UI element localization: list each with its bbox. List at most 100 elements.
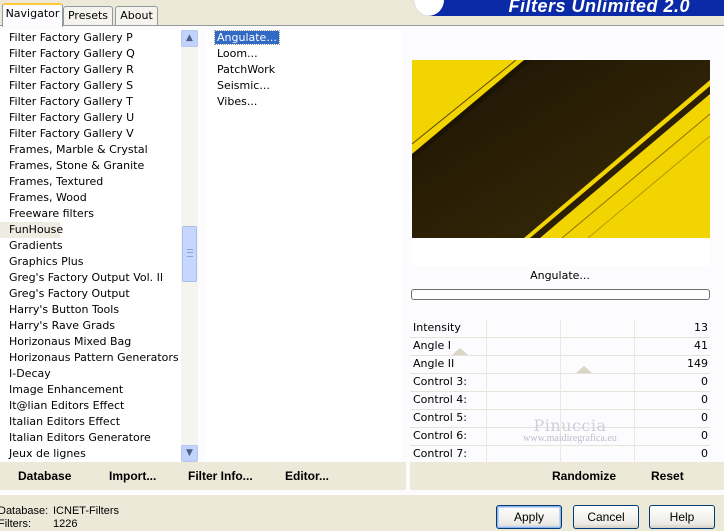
scroll-up-button[interactable]: ▲	[181, 30, 198, 47]
filter-item[interactable]: PatchWork	[205, 62, 402, 78]
grip-icon	[187, 249, 193, 257]
slider-tick	[486, 428, 487, 446]
slider-tick	[560, 338, 561, 356]
control-row[interactable]: Intensity 13	[410, 320, 710, 338]
filter-item-label: PatchWork	[217, 63, 276, 76]
chevron-down-icon: ▼	[186, 448, 193, 458]
category-item[interactable]: Greg's Factory Output Vol. II	[0, 270, 181, 286]
filter-item[interactable]: Loom...	[205, 46, 402, 62]
app-banner: Filters Unlimited 2.0	[414, 0, 724, 16]
filter-item-label: Seismic...	[217, 79, 270, 92]
tab-presets[interactable]: Presets	[63, 6, 113, 26]
slider-tick	[634, 356, 635, 374]
filter-item-label: Loom...	[217, 47, 258, 60]
control-label: Control 6:	[413, 429, 467, 442]
control-label: Control 5:	[413, 411, 467, 424]
category-item[interactable]: Filter Factory Gallery S	[0, 78, 181, 94]
slider-tick	[486, 356, 487, 374]
filter-list[interactable]: Angulate... Loom... PatchWork Seismic... Vib…	[205, 30, 402, 462]
slider-tick	[634, 338, 635, 356]
preview-image	[412, 60, 710, 238]
category-item[interactable]: Graphics Plus	[0, 254, 181, 270]
category-item[interactable]: Frames, Textured	[0, 174, 181, 190]
category-item[interactable]: It@lian Editors Effect	[0, 398, 181, 414]
database-button[interactable]: Database	[18, 469, 71, 483]
category-item[interactable]: Harry's Button Tools	[0, 302, 181, 318]
slider-tick	[634, 392, 635, 410]
category-item[interactable]: Frames, Wood	[0, 190, 181, 206]
category-item[interactable]: Italian Editors Effect	[0, 414, 181, 430]
apply-button[interactable]: Apply	[496, 505, 562, 529]
editor-button[interactable]: Editor...	[285, 469, 329, 483]
category-item[interactable]: Harry's Rave Grads	[0, 318, 181, 334]
preview-padding	[412, 238, 710, 266]
import-button[interactable]: Import...	[109, 469, 156, 483]
slider-tick	[560, 320, 561, 338]
tab-navigator[interactable]: Navigator	[2, 3, 63, 27]
control-value[interactable]: 41	[694, 338, 708, 354]
category-item[interactable]: Jeux de lignes	[0, 446, 181, 462]
control-value[interactable]: 0	[701, 428, 708, 444]
filter-item[interactable]: Vibes...	[205, 94, 402, 110]
slider-tick	[560, 392, 561, 410]
control-row[interactable]: Control 3: 0	[410, 374, 710, 392]
filter-info-button[interactable]: Filter Info...	[188, 469, 253, 483]
category-item[interactable]: Frames, Stone & Granite	[0, 158, 181, 174]
reset-button[interactable]: Reset	[651, 469, 684, 483]
tab-about[interactable]: About	[115, 6, 158, 26]
slider-tick	[486, 410, 487, 428]
category-item[interactable]: Filter Factory Gallery R	[0, 62, 181, 78]
category-item[interactable]: Frames, Marble & Crystal	[0, 142, 181, 158]
filter-controls: Intensity 13 Angle I 41 Angle II 149 Control 3…	[410, 320, 710, 464]
slider-marker-icon	[576, 366, 592, 373]
progress-bar	[411, 289, 710, 300]
control-label: Control 7:	[413, 447, 467, 460]
control-label: Intensity	[413, 321, 461, 334]
bottom-toolbar-left: Database Import... Filter Info... Editor…	[0, 462, 406, 490]
slider-tick	[634, 374, 635, 392]
help-button[interactable]: Help	[649, 505, 715, 529]
control-value[interactable]: 0	[701, 392, 708, 408]
category-item[interactable]: Filter Factory Gallery U	[0, 110, 181, 126]
control-value[interactable]: 0	[701, 374, 708, 390]
randomize-button[interactable]: Randomize	[552, 469, 616, 483]
status-filters-label: Filters:	[0, 518, 31, 530]
category-item[interactable]: I-Decay	[0, 366, 181, 382]
control-row[interactable]: Control 4: 0	[410, 392, 710, 410]
category-scrollbar[interactable]: ▲ ▼	[181, 30, 198, 462]
category-item[interactable]: Italian Editors Generatore	[0, 430, 181, 446]
category-item[interactable]: Image Enhancement	[0, 382, 181, 398]
slider-tick	[634, 410, 635, 428]
category-item[interactable]: Filter Factory Gallery V	[0, 126, 181, 142]
control-row[interactable]: Control 5: 0	[410, 410, 710, 428]
control-row[interactable]: Control 6: 0	[410, 428, 710, 446]
category-item[interactable]: Filter Factory Gallery Q	[0, 46, 181, 62]
slider-tick	[486, 338, 487, 356]
category-item[interactable]: Freeware filters	[0, 206, 181, 222]
control-value[interactable]: 0	[701, 410, 708, 426]
scroll-thumb[interactable]	[182, 226, 197, 282]
category-item[interactable]: Horizonaus Pattern Generators	[0, 350, 181, 366]
category-item[interactable]: Greg's Factory Output	[0, 286, 181, 302]
control-row[interactable]: Angle II 149	[410, 356, 710, 374]
category-item[interactable]: Horizonaus Mixed Bag	[0, 334, 181, 350]
control-label: Control 4:	[413, 393, 467, 406]
scroll-down-button[interactable]: ▼	[181, 445, 198, 462]
cancel-button[interactable]: Cancel	[573, 505, 639, 529]
category-item[interactable]: Gradients	[0, 238, 181, 254]
slider-tick	[560, 374, 561, 392]
control-label: Control 3:	[413, 375, 467, 388]
category-item[interactable]: Filter Factory Gallery T	[0, 94, 181, 110]
filter-item[interactable]: Seismic...	[205, 78, 402, 94]
category-item[interactable]: FunHouse	[0, 222, 63, 238]
control-value[interactable]: 0	[701, 446, 708, 462]
category-list[interactable]: Filter Factory Gallery P Filter Factory G…	[0, 30, 181, 462]
filter-item[interactable]: Angulate...	[205, 30, 402, 46]
filter-item-label: Angulate...	[214, 30, 280, 45]
control-value[interactable]: 149	[687, 356, 708, 372]
category-item[interactable]: Filter Factory Gallery P	[0, 30, 181, 46]
chevron-up-icon: ▲	[186, 33, 193, 43]
control-row[interactable]: Angle I 41	[410, 338, 710, 356]
control-value[interactable]: 13	[694, 320, 708, 336]
slider-tick	[634, 320, 635, 338]
